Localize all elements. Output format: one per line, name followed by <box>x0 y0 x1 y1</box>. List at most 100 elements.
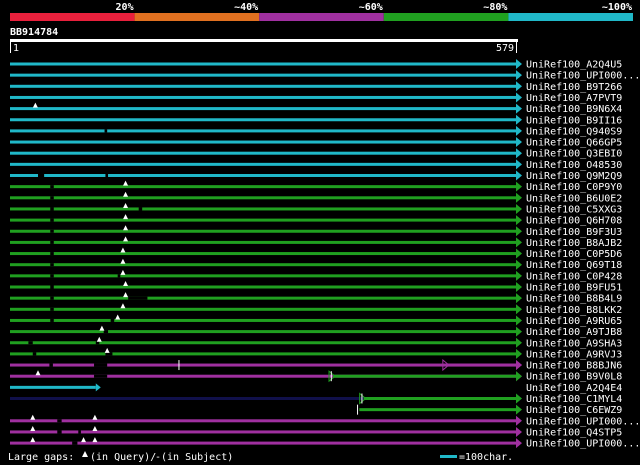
hit-label[interactable]: UniRef100_C6EWZ9 <box>526 405 622 416</box>
hit-row[interactable]: UniRef100_UPI000... <box>10 70 640 82</box>
hit-label[interactable]: UniRef100_B8B4L9 <box>526 294 622 305</box>
hit-label[interactable]: UniRef100_O48530 <box>526 160 622 171</box>
hit-bar[interactable] <box>10 95 516 99</box>
hit-bar[interactable] <box>10 151 516 155</box>
hit-row[interactable]: UniRef100_B9T266 <box>10 81 622 93</box>
hit-bar[interactable] <box>10 419 516 423</box>
hit-label[interactable]: UniRef100_B9II16 <box>526 115 622 126</box>
hit-label[interactable]: UniRef100_Q4STP5 <box>526 427 622 438</box>
hit-bar[interactable] <box>10 285 516 289</box>
hit-bar[interactable] <box>10 218 516 222</box>
hit-row[interactable]: UniRef100_B8B4L9 <box>10 292 622 305</box>
hit-row[interactable]: UniRef100_Q9M2Q9 <box>10 170 622 183</box>
hit-row[interactable]: UniRef100_B6U0E2 <box>10 191 622 205</box>
hit-row[interactable]: UniRef100_B9N6X4 <box>10 102 622 116</box>
hit-label[interactable]: UniRef100_B9N6X4 <box>526 104 622 115</box>
hit-label[interactable]: UniRef100_B9FU51 <box>526 283 622 294</box>
hit-row[interactable]: UniRef100_B8LKK2 <box>10 303 622 316</box>
hit-label[interactable]: UniRef100_UPI000... <box>526 416 640 427</box>
hit-bar[interactable] <box>10 240 516 244</box>
hit-bar[interactable] <box>10 107 516 111</box>
hit-bar[interactable] <box>10 318 516 322</box>
hit-label[interactable]: UniRef100_Q6H708 <box>526 216 622 227</box>
hit-row[interactable]: UniRef100_Q4STP5 <box>10 425 622 439</box>
hit-row[interactable]: UniRef100_C1MYL4 <box>10 392 622 406</box>
hit-row[interactable]: UniRef100_A9SHA3 <box>10 336 622 350</box>
hit-label[interactable]: UniRef100_UPI000... <box>526 439 640 450</box>
hit-label[interactable]: UniRef100_C5XXG3 <box>526 204 622 215</box>
hit-row[interactable]: UniRef100_B9V0L8 <box>10 370 622 383</box>
hit-label[interactable]: UniRef100_B9F3U3 <box>526 227 622 238</box>
hit-label[interactable]: UniRef100_UPI000... <box>526 71 640 82</box>
hit-bar[interactable] <box>10 352 516 356</box>
hit-label[interactable]: UniRef100_C0P5D6 <box>526 249 622 260</box>
hit-bar[interactable] <box>10 296 516 300</box>
hit-label[interactable]: UniRef100_A2Q4U5 <box>526 60 622 71</box>
hit-label[interactable]: UniRef100_Q3EBI0 <box>526 149 622 160</box>
hit-label[interactable]: UniRef100_A9RU65 <box>526 316 622 327</box>
hit-row[interactable]: UniRef100_B9F3U3 <box>10 225 622 238</box>
hit-bar[interactable] <box>10 330 516 334</box>
hit-row[interactable]: UniRef100_A9TJB8 <box>10 325 622 339</box>
hit-row[interactable]: UniRef100_Q69T18 <box>10 258 622 272</box>
hit-bar[interactable] <box>10 73 516 77</box>
hit-row[interactable]: UniRef100_C0P9Y0 <box>10 180 622 194</box>
hit-label[interactable]: UniRef100_C1MYL4 <box>526 394 622 405</box>
hit-bar[interactable] <box>10 207 516 211</box>
hit-row[interactable]: UniRef100_C5XXG3 <box>10 202 622 216</box>
hit-bar[interactable] <box>10 140 516 144</box>
hit-bar[interactable] <box>10 129 516 133</box>
hit-bar[interactable] <box>10 84 516 88</box>
hit-row[interactable]: UniRef100_UPI000... <box>10 414 640 428</box>
hit-row[interactable]: UniRef100_B9FU51 <box>10 281 622 294</box>
hit-bar[interactable] <box>359 408 516 412</box>
hit-row[interactable]: UniRef100_A7PVT9 <box>10 92 622 104</box>
hit-row[interactable]: UniRef100_A2Q4E4 <box>10 383 622 394</box>
hit-row[interactable]: UniRef100_O48530 <box>10 159 622 171</box>
hit-label[interactable]: UniRef100_C0P9Y0 <box>526 182 622 193</box>
hit-bar[interactable] <box>10 162 516 166</box>
hit-label[interactable]: UniRef100_A9SHA3 <box>526 338 622 349</box>
hit-label[interactable]: UniRef100_A2Q4E4 <box>526 383 622 394</box>
hit-bar[interactable] <box>10 385 96 389</box>
hit-label[interactable]: UniRef100_B8BJN6 <box>526 361 622 372</box>
hit-bar[interactable] <box>10 341 516 345</box>
hit-row[interactable]: UniRef100_C0P5D6 <box>10 247 622 260</box>
hit-bar[interactable] <box>10 196 516 200</box>
hit-row[interactable]: UniRef100_A9RVJ3 <box>10 347 622 361</box>
hit-row[interactable]: UniRef100_Q940S9 <box>10 125 622 137</box>
hit-bar[interactable] <box>10 263 516 267</box>
hit-label[interactable]: UniRef100_A9TJB8 <box>526 327 622 338</box>
hit-bar[interactable] <box>10 363 516 367</box>
hit-label[interactable]: UniRef100_Q9M2Q9 <box>526 171 622 182</box>
hit-bar[interactable] <box>10 118 516 122</box>
hit-row[interactable]: UniRef100_A9RU65 <box>10 314 622 327</box>
hit-label[interactable]: UniRef100_Q66GP5 <box>526 138 622 149</box>
hit-label[interactable]: UniRef100_B8LKK2 <box>526 305 622 316</box>
hit-row[interactable]: UniRef100_Q6H708 <box>10 214 622 227</box>
hit-label[interactable]: UniRef100_B9T266 <box>526 82 622 93</box>
hit-row[interactable]: UniRef100_C0P428 <box>10 269 622 283</box>
hit-bar[interactable] <box>10 229 516 233</box>
hit-row[interactable]: UniRef100_A2Q4U5 <box>10 59 622 71</box>
hit-bar[interactable] <box>10 252 516 256</box>
hit-bar[interactable] <box>10 62 516 66</box>
hit-row[interactable]: UniRef100_Q66GP5 <box>10 137 622 149</box>
hit-label[interactable]: UniRef100_B6U0E2 <box>526 193 622 204</box>
hit-label[interactable]: UniRef100_A7PVT9 <box>526 93 622 104</box>
hit-row[interactable]: UniRef100_UPI000... <box>10 437 640 450</box>
hit-row[interactable]: UniRef100_B8BJN6 <box>10 358 622 372</box>
hit-label[interactable]: UniRef100_Q940S9 <box>526 126 622 137</box>
hit-label[interactable]: UniRef100_Q69T18 <box>526 260 622 271</box>
hit-bar[interactable] <box>10 174 516 177</box>
hit-bar[interactable] <box>10 185 516 189</box>
hit-label[interactable]: UniRef100_A9RVJ3 <box>526 349 622 360</box>
hit-row[interactable]: UniRef100_B8AJB2 <box>10 236 622 249</box>
hit-label[interactable]: UniRef100_B8AJB2 <box>526 238 622 249</box>
hit-bar[interactable] <box>10 307 516 311</box>
hit-bar[interactable] <box>10 430 516 434</box>
hit-row[interactable]: UniRef100_B9II16 <box>10 114 622 127</box>
hit-label[interactable]: UniRef100_B9V0L8 <box>526 372 622 383</box>
hit-row[interactable]: UniRef100_C6EWZ9 <box>357 404 623 417</box>
hit-label[interactable]: UniRef100_C0P428 <box>526 271 622 282</box>
